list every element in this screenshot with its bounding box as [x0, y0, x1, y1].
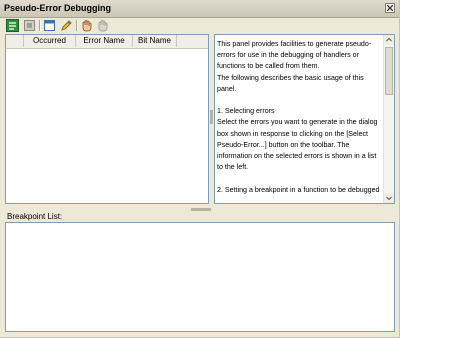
checkbox-column-header[interactable]: [6, 35, 24, 47]
toolbar: [0, 18, 399, 33]
help-pane: This panel provides facilities to genera…: [214, 34, 395, 204]
hand-disabled-icon: [98, 20, 108, 32]
panel-title: Pseudo-Error Debugging: [4, 3, 112, 13]
breakpoint-list[interactable]: [5, 222, 395, 332]
close-icon: [387, 5, 393, 11]
window-icon: [44, 20, 55, 31]
pseudo-error-debugging-panel: Pseudo-Error Debugging Occurred Error Na…: [0, 0, 400, 338]
column-error-name[interactable]: Error Name: [76, 35, 133, 47]
horizontal-splitter[interactable]: [5, 205, 395, 211]
hand-button[interactable]: [80, 19, 93, 32]
arrow-up-icon: [386, 37, 392, 42]
close-button[interactable]: [385, 3, 395, 13]
error-list-header: Occurred Error Name Bit Name: [6, 35, 208, 49]
window-button[interactable]: [43, 19, 56, 32]
help-text: This panel provides facilities to genera…: [217, 40, 380, 194]
breakpoint-list-label: Breakpoint List:: [7, 212, 63, 221]
clear-button[interactable]: [23, 19, 36, 32]
hand-disabled-button[interactable]: [96, 19, 109, 32]
splitter-grip-icon: [191, 208, 211, 211]
edit-icon: [61, 20, 72, 31]
title-bar: Pseudo-Error Debugging: [0, 0, 399, 18]
column-occurred[interactable]: Occurred: [24, 35, 76, 47]
clear-icon: [24, 20, 35, 31]
edit-button[interactable]: [60, 19, 73, 32]
select-errors-icon: [6, 19, 19, 32]
scroll-up-button[interactable]: [384, 35, 394, 45]
hand-icon: [82, 20, 92, 32]
help-vertical-scrollbar[interactable]: [383, 35, 394, 203]
select-errors-button[interactable]: [6, 19, 19, 32]
arrow-down-icon: [386, 196, 392, 201]
error-list[interactable]: Occurred Error Name Bit Name: [5, 34, 209, 204]
scroll-down-button[interactable]: [384, 193, 394, 203]
column-bit-name[interactable]: Bit Name: [133, 35, 177, 47]
scroll-thumb[interactable]: [385, 47, 393, 95]
